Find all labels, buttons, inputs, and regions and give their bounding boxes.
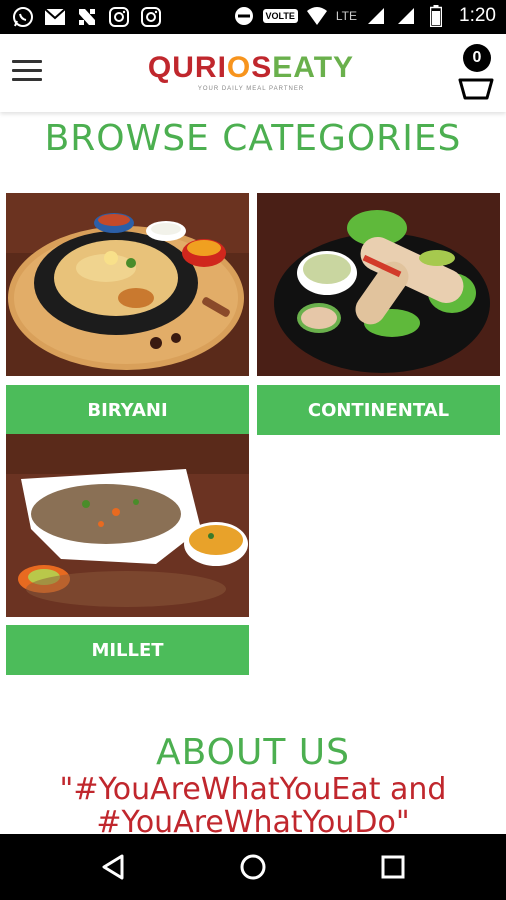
biryani-image[interactable]	[6, 193, 249, 376]
category-label-continental[interactable]: CONTINENTAL	[257, 385, 500, 435]
clock: 1:20	[459, 5, 496, 26]
millet-image[interactable]	[6, 434, 249, 617]
category-label-millet[interactable]: MILLET	[6, 625, 249, 675]
status-bar: VOLTE LTE 1:20	[0, 0, 506, 34]
home-icon[interactable]	[238, 852, 268, 882]
basket-icon	[458, 74, 494, 105]
system-icons: VOLTE LTE 1:20	[233, 5, 496, 27]
logo-text: QURIOSEATY	[147, 51, 355, 84]
logo-tagline: YOUR DAILY MEAL PARTNER	[197, 86, 305, 92]
brand-logo[interactable]: QURIOSEATY YOUR DAILY MEAL PARTNER	[146, 52, 356, 102]
signal-icon	[395, 5, 417, 27]
do-not-disturb-icon	[233, 5, 255, 27]
battery-icon	[425, 5, 447, 27]
instagram-icon	[140, 6, 162, 28]
hamburger-menu-icon[interactable]	[12, 60, 42, 84]
gmail-icon	[44, 6, 66, 28]
network-type: LTE	[335, 9, 358, 23]
about-tagline-line2: #YouAreWhatYouDo"	[96, 806, 410, 834]
app-header: QURIOSEATY YOUR DAILY MEAL PARTNER 0	[0, 34, 506, 112]
back-icon[interactable]	[98, 852, 128, 882]
notification-icons	[12, 6, 162, 28]
system-nav-bar	[0, 834, 506, 900]
about-us-title: ABOUT US	[155, 732, 350, 773]
category-label-biryani[interactable]: BIRYANI	[6, 385, 249, 435]
continental-image[interactable]	[257, 193, 500, 376]
whatsapp-icon	[12, 6, 34, 28]
cart-button[interactable]: 0	[456, 44, 496, 104]
signal-icon	[365, 5, 387, 27]
recents-icon[interactable]	[378, 852, 408, 882]
volte-badge: VOLTE	[262, 9, 298, 23]
browse-categories-title: BROWSE CATEGORIES	[44, 118, 462, 159]
category-card-continental[interactable]	[257, 193, 500, 376]
wifi-icon	[306, 5, 328, 27]
category-card-biryani[interactable]	[6, 193, 249, 376]
category-card-millet[interactable]	[6, 434, 249, 617]
cart-count-badge: 0	[463, 44, 491, 72]
instagram-icon	[108, 6, 130, 28]
news-icon	[76, 6, 98, 28]
about-tagline-line1: "#YouAreWhatYouEat and	[59, 772, 447, 807]
